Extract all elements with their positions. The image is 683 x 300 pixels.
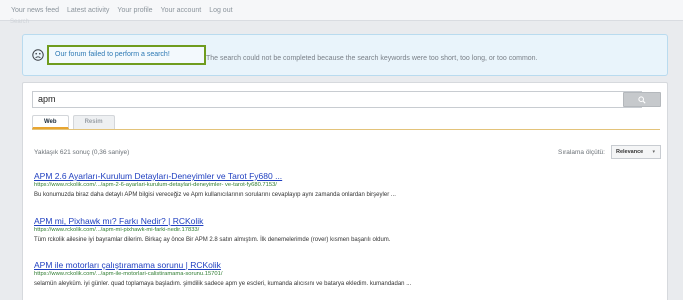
notice-title: Our forum failed to perform a search! [47, 45, 206, 65]
result-tabs: Web Resim [32, 115, 115, 129]
search-result: APM ile motorları çalıştıramama sorunu |… [34, 260, 411, 287]
search-result: APM mi, Pixhawk mı? Farkı Nedir? | RCKol… [34, 216, 390, 243]
notice-message: The search could not be completed becaus… [206, 55, 538, 62]
result-url: https://www.rckolik.com/.../apm-2-6-ayar… [34, 182, 277, 188]
result-count: Yaklaşık 621 sonuç (0,36 saniye) [34, 149, 130, 156]
result-title-link[interactable]: APM 2.6 Ayarları-Kurulum Detayları-Deney… [34, 171, 396, 181]
search-results-panel: apm × Web Resim Yaklaşık 621 sonuç (0,36… [22, 82, 668, 300]
sort-select[interactable]: Relevance ▾ [611, 145, 661, 159]
nav-news-feed[interactable]: Your news feed [11, 7, 59, 14]
tab-resim[interactable]: Resim [72, 115, 115, 129]
top-navigation: Your news feed Latest activity Your prof… [0, 0, 683, 21]
tab-web[interactable]: Web [32, 115, 69, 129]
result-title-link[interactable]: APM ile motorları çalıştıramama sorunu |… [34, 260, 411, 270]
result-snippet: Bu konumuzda biraz daha detaylı APM bilg… [34, 192, 396, 198]
nav-latest-activity[interactable]: Latest activity [67, 7, 109, 14]
result-snippet: Tüm rckolik ailesine iyi bayramlar diler… [34, 237, 391, 243]
result-url: https://www.rckolik.com/.../apm-mi-pixha… [34, 227, 200, 233]
nav-your-profile[interactable]: Your profile [117, 7, 152, 14]
search-button[interactable] [623, 92, 661, 107]
search-input[interactable]: apm [32, 91, 642, 108]
caret-down-icon: ▾ [652, 149, 655, 155]
sad-face-icon [31, 48, 45, 62]
result-snippet: selamün aleyküm. iyi günler. quad toplam… [34, 281, 412, 287]
search-error-notice: Our forum failed to perform a search! Th… [22, 34, 668, 76]
sort-value: Relevance [616, 149, 644, 155]
sort-label: Sıralama ölçütü: [558, 149, 605, 156]
tab-divider [32, 129, 660, 130]
result-title-link[interactable]: APM mi, Pixhawk mı? Farkı Nedir? | RCKol… [34, 216, 390, 226]
search-result: APM 2.6 Ayarları-Kurulum Detayları-Deney… [34, 171, 396, 198]
nav-your-account[interactable]: Your account [161, 7, 202, 14]
search-icon [638, 95, 646, 104]
nav-log-out[interactable]: Log out [209, 7, 232, 14]
result-url: https://www.rckolik.com/.../apm-ile-moto… [34, 271, 223, 277]
nav-faded-text: Search [10, 19, 30, 25]
